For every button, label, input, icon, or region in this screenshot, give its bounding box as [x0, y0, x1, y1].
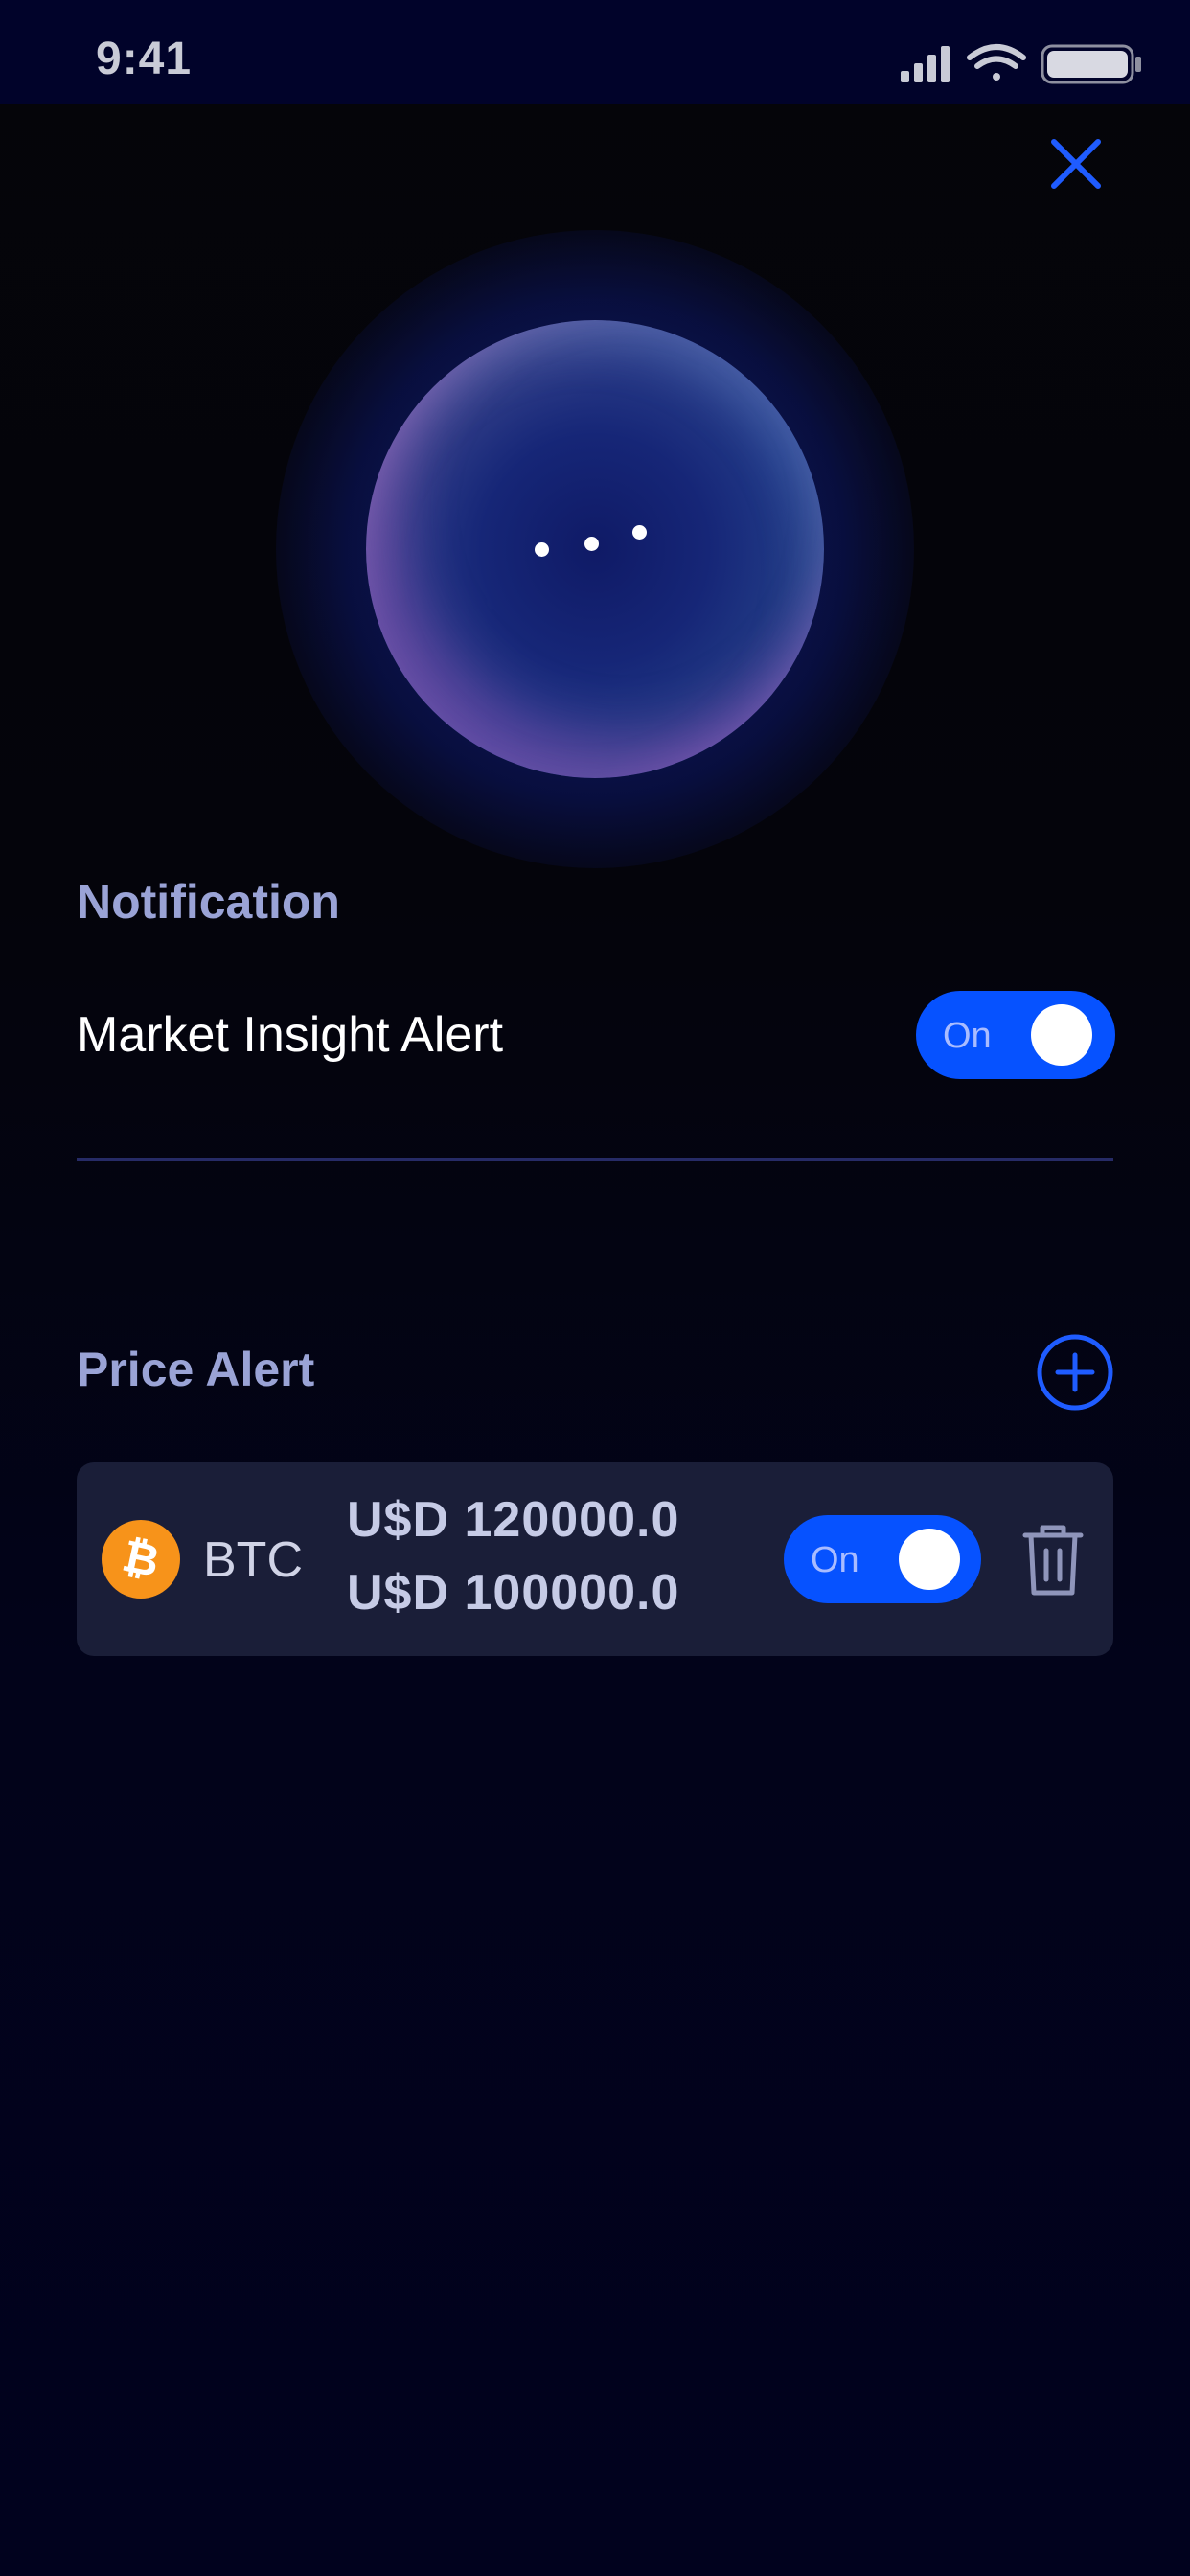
notification-heading: Notification: [77, 875, 340, 929]
orb-dot: [632, 525, 647, 540]
upper-price: U$D 120000.0: [347, 1492, 680, 1548]
toggle-label: On: [811, 1540, 859, 1580]
coin-name: BTC: [203, 1532, 303, 1588]
status-time: 9:41: [96, 34, 193, 84]
toggle-knob: [1031, 1004, 1092, 1066]
status-icons: [901, 44, 1141, 84]
trash-icon[interactable]: [1021, 1522, 1085, 1598]
assistant-orb: [276, 230, 914, 868]
orb-dot: [584, 537, 599, 551]
close-icon[interactable]: [1042, 130, 1110, 197]
section-divider: [77, 1158, 1113, 1161]
status-bar: 9:41: [0, 0, 1190, 104]
svg-text:₿: ₿: [118, 1530, 163, 1587]
lower-price: U$D 100000.0: [347, 1565, 680, 1621]
market-insight-toggle[interactable]: On: [916, 991, 1115, 1079]
orb-sphere: [366, 320, 824, 778]
toggle-label: On: [943, 1016, 992, 1056]
add-circle-icon[interactable]: [1035, 1332, 1115, 1413]
battery-icon: [1041, 44, 1141, 84]
price-alert-card[interactable]: ₿ BTC U$D 120000.0 U$D 100000.0 On: [77, 1462, 1113, 1656]
market-insight-label: Market Insight Alert: [77, 1007, 504, 1063]
price-alert-heading: Price Alert: [77, 1343, 315, 1396]
price-alert-toggle[interactable]: On: [784, 1515, 981, 1603]
orb-dot: [535, 542, 549, 557]
wifi-icon: [967, 44, 1026, 80]
bitcoin-icon: ₿: [102, 1520, 180, 1598]
toggle-knob: [899, 1529, 960, 1590]
cellular-signal-icon: [901, 46, 950, 82]
